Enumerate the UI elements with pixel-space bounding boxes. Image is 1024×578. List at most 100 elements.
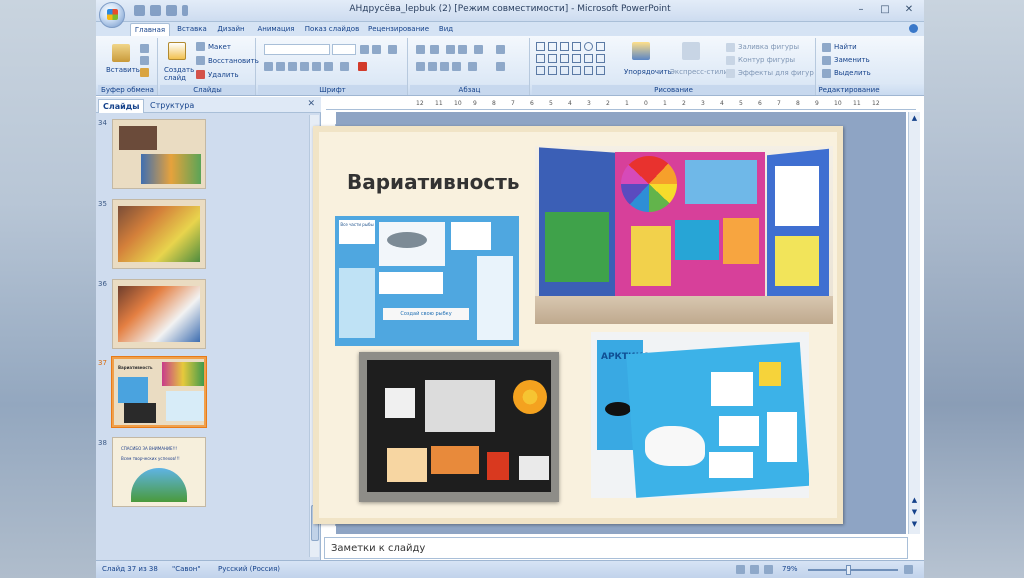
- align-text-icon[interactable]: [496, 62, 505, 71]
- italic-icon[interactable]: [276, 62, 285, 71]
- strikethrough-icon[interactable]: [300, 62, 309, 71]
- columns-icon[interactable]: [468, 62, 477, 71]
- shape-fill-button[interactable]: Заливка фигуры: [738, 43, 799, 51]
- close-icon[interactable]: ✕: [898, 2, 920, 18]
- quick-styles-button[interactable]: Экспресс-стили: [670, 68, 728, 76]
- increase-indent-icon[interactable]: [458, 45, 467, 54]
- scroll-down-icon[interactable]: ▼: [910, 520, 919, 529]
- thumb-photo: [124, 403, 156, 423]
- fit-to-window-icon[interactable]: [904, 565, 913, 574]
- tab-slideshow[interactable]: Показ слайдов: [304, 23, 360, 36]
- slide-thumbnail-34[interactable]: [112, 119, 206, 189]
- thumb-photo: [166, 391, 204, 421]
- layout-button[interactable]: Макет: [208, 43, 231, 51]
- zoom-slider-thumb[interactable]: [846, 565, 851, 575]
- thumb-number: 38: [98, 439, 107, 447]
- find-button[interactable]: Найти: [834, 43, 857, 51]
- clear-format-icon[interactable]: [388, 45, 397, 54]
- shape-effects-button[interactable]: Эффекты для фигур: [738, 69, 814, 77]
- change-case-icon[interactable]: [340, 62, 349, 71]
- grow-font-icon[interactable]: [360, 45, 369, 54]
- bold-icon[interactable]: [264, 62, 273, 71]
- spacing-icon[interactable]: [324, 62, 333, 71]
- reset-button[interactable]: Восстановить: [208, 57, 259, 65]
- editor-scrollbar[interactable]: ▲ ▲ ▼ ▼: [908, 112, 920, 534]
- underline-icon[interactable]: [288, 62, 297, 71]
- ruler-tick-label: 0: [644, 100, 648, 107]
- tab-home[interactable]: Главная: [130, 23, 170, 36]
- new-slide-button[interactable]: Создать слайд: [164, 66, 194, 82]
- slide-thumbnail-37[interactable]: Вариативность: [111, 356, 207, 428]
- tab-design[interactable]: Дизайн: [216, 23, 246, 36]
- status-language[interactable]: Русский (Россия): [218, 565, 280, 573]
- thumb-photo: [119, 126, 157, 150]
- shadow-icon[interactable]: [312, 62, 321, 71]
- notes-pane[interactable]: Заметки к слайду: [324, 537, 908, 559]
- office-button[interactable]: [99, 2, 125, 28]
- ruler-tick-label: 12: [416, 100, 424, 107]
- photo-colorful-lapbook[interactable]: [535, 146, 833, 324]
- align-right-icon[interactable]: [440, 62, 449, 71]
- tab-slides[interactable]: Слайды: [98, 99, 145, 113]
- zoom-level[interactable]: 79%: [782, 565, 798, 573]
- shrink-font-icon[interactable]: [372, 45, 381, 54]
- replace-button[interactable]: Заменить: [834, 56, 870, 64]
- help-icon[interactable]: [909, 24, 918, 33]
- font-name-combo[interactable]: [264, 44, 330, 55]
- cut-icon[interactable]: [140, 44, 149, 53]
- photo-fish-lapbook[interactable]: Все части рыбы Создай свою рыбку: [335, 216, 519, 346]
- text-direction-icon[interactable]: [496, 45, 505, 54]
- line-spacing-icon[interactable]: [474, 45, 483, 54]
- thumb-photo: [118, 286, 200, 342]
- numbering-icon[interactable]: [430, 45, 439, 54]
- decrease-indent-icon[interactable]: [446, 45, 455, 54]
- slide-content: Вариативность Все части рыбы Создай свою…: [319, 132, 837, 518]
- tab-outline[interactable]: Структура: [146, 99, 198, 113]
- tab-view[interactable]: Вид: [436, 23, 456, 36]
- ruler-tick-label: 6: [758, 100, 762, 107]
- tab-review[interactable]: Рецензирование: [368, 23, 429, 36]
- prev-slide-icon[interactable]: ▲: [910, 496, 919, 505]
- font-color-icon[interactable]: [358, 62, 367, 71]
- delete-button[interactable]: Удалить: [208, 71, 239, 79]
- ruler-tick-label: 9: [815, 100, 819, 107]
- slide-thumbnail-36[interactable]: [112, 279, 206, 349]
- arrange-icon[interactable]: [632, 42, 650, 60]
- maximize-icon[interactable]: □: [874, 2, 896, 18]
- align-left-icon[interactable]: [416, 62, 425, 71]
- new-slide-icon[interactable]: [168, 42, 186, 60]
- pane-close-icon[interactable]: ✕: [307, 99, 315, 109]
- bullets-icon[interactable]: [416, 45, 425, 54]
- align-center-icon[interactable]: [428, 62, 437, 71]
- scroll-up-icon[interactable]: ▲: [910, 114, 919, 123]
- slide-sorter-icon[interactable]: [750, 565, 759, 574]
- font-size-combo[interactable]: [332, 44, 356, 55]
- photo-arctic-lapbook[interactable]: АРКТИКА: [591, 332, 809, 498]
- ruler-tick-label: 4: [720, 100, 724, 107]
- powerpoint-window: АНдрусёва_lepbuk (2) [Режим совместимост…: [96, 0, 924, 578]
- slide-thumbnail-35[interactable]: [112, 199, 206, 269]
- shape-outline-button[interactable]: Контур фигуры: [738, 56, 795, 64]
- tab-animation[interactable]: Анимация: [256, 23, 296, 36]
- paste-button[interactable]: Вставить: [106, 66, 140, 74]
- copy-icon[interactable]: [140, 56, 149, 65]
- justify-icon[interactable]: [452, 62, 461, 71]
- format-painter-icon[interactable]: [140, 68, 149, 77]
- slide-thumbnail-38[interactable]: СПАСИБО ЗА ВНИМАНИЕ!!! Всем творческих у…: [112, 437, 206, 507]
- slide-title[interactable]: Вариативность: [347, 170, 519, 194]
- thumb-thanks-text: СПАСИБО ЗА ВНИМАНИЕ!!!: [121, 446, 178, 451]
- paste-icon[interactable]: [112, 44, 130, 62]
- tab-insert[interactable]: Вставка: [176, 23, 208, 36]
- arrange-button[interactable]: Упорядочить: [624, 68, 672, 76]
- quick-styles-icon[interactable]: [682, 42, 700, 60]
- next-slide-icon[interactable]: ▼: [910, 508, 919, 517]
- zoom-slider[interactable]: [808, 565, 898, 575]
- photo-black-lapbook[interactable]: [359, 352, 559, 502]
- normal-view-icon[interactable]: [736, 565, 745, 574]
- current-slide[interactable]: Вариативность Все части рыбы Создай свою…: [313, 126, 843, 524]
- shapes-gallery[interactable]: [536, 42, 620, 78]
- select-button[interactable]: Выделить: [834, 69, 871, 77]
- slideshow-icon[interactable]: [764, 565, 773, 574]
- minimize-icon[interactable]: –: [850, 2, 872, 18]
- group-drawing: Упорядочить Экспресс-стили Заливка фигур…: [532, 38, 816, 95]
